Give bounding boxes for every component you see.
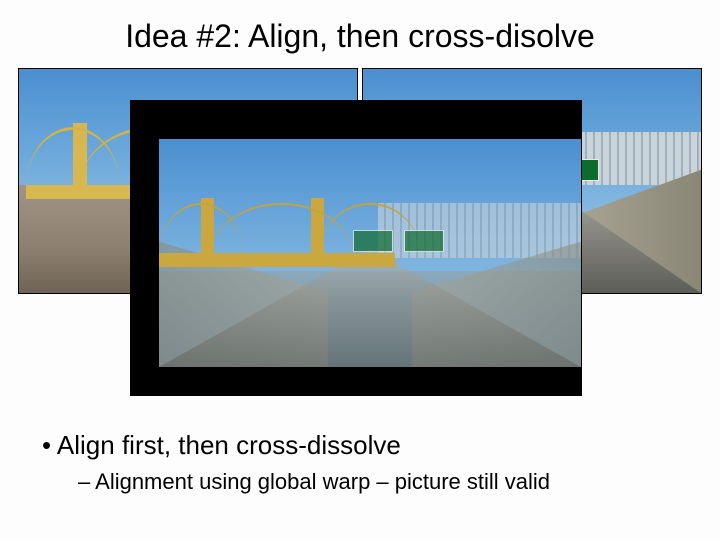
photo-center-blended <box>130 100 582 396</box>
bullet-main: Align first, then cross-dissolve <box>42 430 690 461</box>
slide-title: Idea #2: Align, then cross-disolve <box>0 18 720 55</box>
image-composite-area <box>18 68 702 408</box>
bullet-sub: Alignment using global warp – picture st… <box>78 469 690 495</box>
bullet-list: Align first, then cross-dissolve Alignme… <box>42 430 690 495</box>
